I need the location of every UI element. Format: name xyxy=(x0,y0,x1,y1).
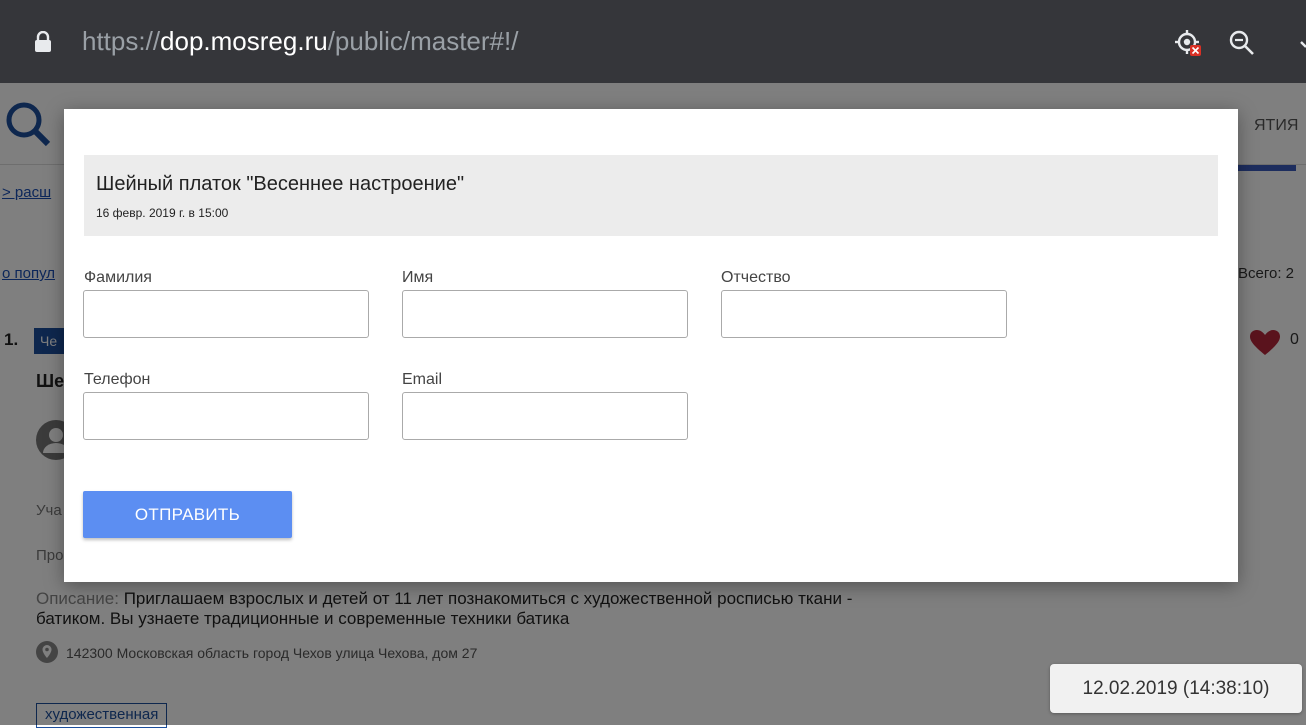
url-path: /public/master#!/ xyxy=(327,26,519,56)
event-header: Шейный платок "Весеннее настроение" 16 ф… xyxy=(84,155,1218,236)
first-name-label: Имя xyxy=(402,269,434,286)
phone-field[interactable] xyxy=(83,392,369,440)
location-blocked-icon[interactable] xyxy=(1173,28,1203,58)
registration-modal: Шейный платок "Весеннее настроение" 16 ф… xyxy=(64,109,1238,582)
url-host: dop.mosreg.ru xyxy=(160,26,328,56)
event-title: Шейный платок "Весеннее настроение" xyxy=(96,173,465,195)
more-icon[interactable] xyxy=(1293,28,1306,58)
submit-button[interactable]: ОТПРАВИТЬ xyxy=(83,491,292,538)
phone-label: Телефон xyxy=(84,371,151,388)
event-date: 16 февр. 2019 г. в 15:00 xyxy=(96,206,229,220)
browser-address-bar: https://dop.mosreg.ru/public/master#!/ xyxy=(0,0,1306,83)
last-name-field[interactable] xyxy=(83,290,369,338)
last-name-label: Фамилия xyxy=(84,269,152,286)
url-scheme: https:// xyxy=(82,26,161,56)
email-label: Email xyxy=(402,371,443,388)
zoom-out-icon[interactable] xyxy=(1227,28,1257,58)
first-name-field[interactable] xyxy=(402,290,688,338)
url-text[interactable]: https://dop.mosreg.ru/public/master#!/ xyxy=(82,26,518,57)
timestamp-label: 12.02.2019 (14:38:10) xyxy=(1050,664,1302,713)
middle-name-field[interactable] xyxy=(721,290,1007,338)
lock-icon xyxy=(35,31,51,52)
middle-name-label: Отчество xyxy=(721,269,791,286)
email-field[interactable] xyxy=(402,392,688,440)
